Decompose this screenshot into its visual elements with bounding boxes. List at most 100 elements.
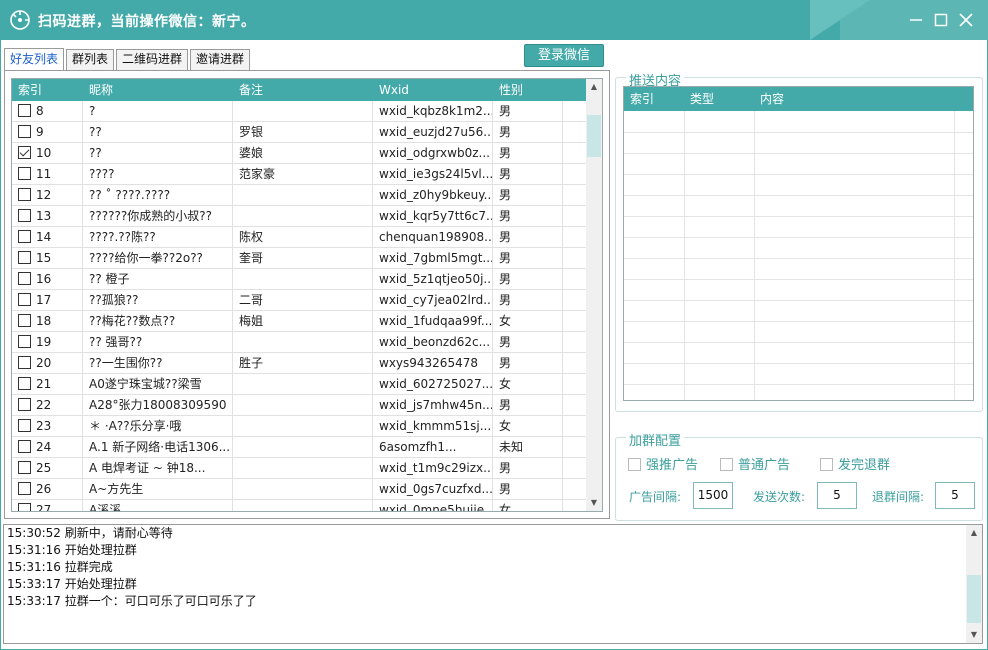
row-checkbox[interactable] [18,335,31,348]
row-gender: 男 [493,164,563,184]
row-checkbox[interactable] [18,188,31,201]
column-header-gender[interactable]: 性别 [493,79,563,101]
tab-qrcode-join[interactable]: 二维码进群 [116,49,189,70]
tab-friend-list[interactable]: 好友列表 [4,48,65,70]
row-checkbox[interactable] [18,272,31,285]
close-icon[interactable] [956,10,976,30]
row-wxid: wxid_t1m9c29izx... [373,458,493,478]
row-gender: 男 [493,185,563,205]
friends-scrollbar[interactable]: ▲ ▼ [586,79,602,511]
maximize-icon[interactable] [931,10,951,30]
row-spacer [563,353,587,373]
row-checkbox[interactable] [18,461,31,474]
row-wxid: wxid_5z1qtjeo50j... [373,269,493,289]
log-scroll-thumb[interactable] [967,575,981,623]
row-gender: 女 [493,416,563,436]
table-row[interactable]: 17 ??孤狼?? 二哥 wxid_cy7jea02lrd... 男 [12,290,587,311]
row-gender: 男 [493,143,563,163]
column-header-wxid[interactable]: Wxid [373,79,493,101]
row-gender: 男 [493,353,563,373]
row-checkbox[interactable] [18,146,31,159]
table-row[interactable]: 24 A.1 新子网络·电话1306... 6asomzfh1... 未知 [12,437,587,458]
row-checkbox[interactable] [18,125,31,138]
table-row[interactable]: 16 ?? 橙子 wxid_5z1qtjeo50j... 男 [12,269,587,290]
quit-after-send-checkbox[interactable] [820,458,833,471]
column-header-index[interactable]: 索引 [12,79,83,101]
quit-interval-input[interactable]: 5 [935,482,975,509]
row-nickname: ?? 橙子 [83,269,233,289]
row-checkbox[interactable] [18,209,31,222]
table-row[interactable]: 22 A28°张力18008309590 wxid_js7mhw45n... 男 [12,395,587,416]
log-scroll-down-icon[interactable]: ▼ [966,627,982,643]
log-scrollbar[interactable]: ▲ ▼ [966,525,982,643]
row-wxid: chenquan198908... [373,227,493,247]
push-column-content[interactable]: 内容 [754,87,784,111]
row-remark: 婆娘 [233,143,373,163]
table-row[interactable]: 12 ?? ˚ ????.???? wxid_z0hy9bkeuy... 男 [12,185,587,206]
row-checkbox[interactable] [18,398,31,411]
row-checkbox[interactable] [18,167,31,180]
row-checkbox[interactable] [18,356,31,369]
minimize-icon[interactable] [906,10,926,30]
table-row[interactable]: 20 ??一生围你?? 胜子 wxys943265478 男 [12,353,587,374]
table-row[interactable]: 13 ??????你成熟的小叔?? wxid_kqr5y7tt6c7... 男 [12,206,587,227]
row-index: 8 [12,101,83,121]
row-index-text: 23 [36,419,52,433]
table-row[interactable]: 9?? 罗银 wxid_euzjd27u56... 男 [12,122,587,143]
row-checkbox[interactable] [18,251,31,264]
row-remark [233,416,373,436]
push-gridline [624,237,973,238]
row-index: 25 [12,458,83,478]
row-index-text: 22 [36,398,52,412]
column-header-remark[interactable]: 备注 [233,79,373,101]
table-row[interactable]: 15 ????给你一拳??2o?? 奎哥 wxid_7gbml5mgt... 男 [12,248,587,269]
table-row[interactable]: 19 ?? 强哥?? wxid_beonzd62c... 男 [12,332,587,353]
log-scroll-up-icon[interactable]: ▲ [966,525,982,541]
login-wechat-button[interactable]: 登录微信 [524,44,604,67]
row-remark [233,395,373,415]
row-checkbox[interactable] [18,230,31,243]
option-quit-after-send[interactable]: 发完退群 [820,454,890,473]
table-row[interactable]: 26 A~方先生 wxid_0gs7cuzfxd... 男 [12,479,587,500]
force-ad-checkbox[interactable] [628,458,641,471]
table-row[interactable]: 21 A0遂宁珠宝城??梁雪 wxid_602725027... 女 [12,374,587,395]
table-row[interactable]: 25 A 电焊考证 ~ 钟18... wxid_t1m9c29izx... 男 [12,458,587,479]
table-row[interactable]: 23 ＊ ·A??乐分享·哦 wxid_kmmm51sj... 女 [12,416,587,437]
ad-interval-input[interactable]: 1500 [693,482,733,509]
scroll-up-icon[interactable]: ▲ [586,79,602,95]
row-checkbox[interactable] [18,314,31,327]
table-row[interactable]: 11???? 范家豪 wxid_ie3gs24l5vl... 男 [12,164,587,185]
table-row[interactable]: 14 ????.??陈?? 陈权 chenquan198908... 男 [12,227,587,248]
row-checkbox[interactable] [18,377,31,390]
row-remark: 陈权 [233,227,373,247]
row-checkbox[interactable] [18,503,31,511]
row-checkbox[interactable] [18,482,31,495]
tab-invite-join[interactable]: 邀请进群 [190,49,251,70]
tab-group-list[interactable]: 群列表 [66,49,115,70]
row-wxid: wxid_602725027... [373,374,493,394]
table-row[interactable]: 18 ??梅花??数点?? 梅姐 wxid_1fudqaa99f... 女 [12,311,587,332]
option-force-ad[interactable]: 强推广告 [628,454,698,473]
push-column-index[interactable]: 索引 [624,87,654,111]
column-header-nickname[interactable]: 昵称 [83,79,233,101]
row-checkbox[interactable] [18,293,31,306]
send-count-input[interactable]: 5 [817,482,857,509]
log-line: 15:33:17 拉群一个：可口可乐了可口可乐了了 [7,594,257,608]
row-checkbox[interactable] [18,419,31,432]
title-bar[interactable]: 扫码进群，当前操作微信：新宁。 [0,0,988,40]
option-normal-ad[interactable]: 普通广告 [720,454,790,473]
row-checkbox[interactable] [18,440,31,453]
push-column-type[interactable]: 类型 [684,87,714,111]
row-index: 22 [12,395,83,415]
quit-after-send-label: 发完退群 [838,458,891,473]
friends-scroll-thumb[interactable] [587,115,601,157]
table-row[interactable]: 27 A溪溪 wxid_0mne5huiie... 女 [12,500,587,511]
row-remark: 罗银 [233,122,373,142]
table-row[interactable]: 8? wxid_kqbz8k1m2... 男 [12,101,587,122]
row-checkbox[interactable] [18,104,31,117]
normal-ad-checkbox[interactable] [720,458,733,471]
row-nickname: A.1 新子网络·电话1306... [83,437,233,457]
scroll-down-icon[interactable]: ▼ [586,495,602,511]
log-output[interactable]: 15:30:52 刷新中，请耐心等待 15:31:16 开始处理拉群 15:31:1… [3,524,983,644]
table-row[interactable]: 10?? 婆娘 wxid_odgrxwb0z... 男 [12,143,587,164]
